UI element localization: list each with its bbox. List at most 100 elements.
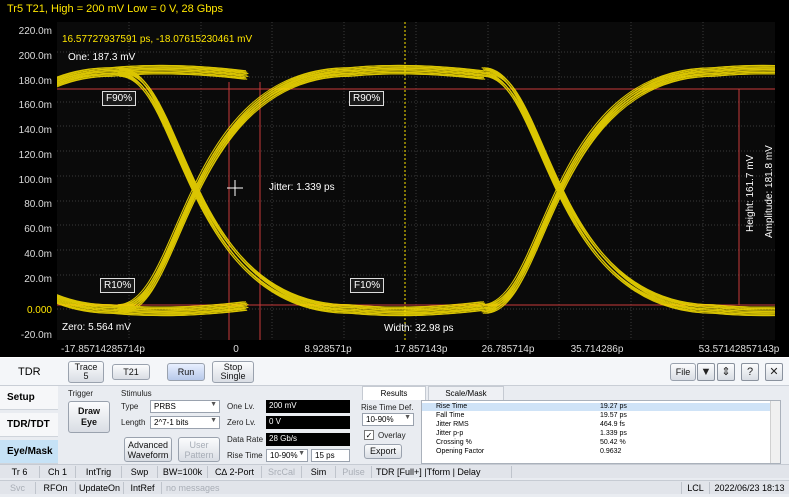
eye-trace-falling <box>57 296 113 309</box>
stop-single-button[interactable]: Stop Single <box>212 361 254 383</box>
results-row[interactable]: Fall Time 19.57 ps <box>422 412 770 420</box>
y-tick-label: 80.0m <box>24 199 52 210</box>
result-value: 19.27 ps <box>600 403 627 410</box>
eye-trace-rising <box>481 71 712 310</box>
status-rf-on: RFOn <box>36 482 76 494</box>
y-tick-label: 120.0m <box>18 150 52 161</box>
x-tick-label: 35.714286p <box>570 344 624 355</box>
width-readout: Width: 32.98 ps <box>384 323 454 334</box>
plot-area[interactable] <box>57 22 775 340</box>
length-select[interactable]: 2^7-1 bits ▼ <box>150 416 220 429</box>
f90-marker[interactable]: F90% <box>102 91 137 106</box>
amplitude-readout: Amplitude: 181.8 mV <box>764 145 775 238</box>
y-tick-label: 220.0m <box>18 26 52 37</box>
one-level-field[interactable]: 200 mV <box>266 400 350 413</box>
chevron-down-icon: ▼ <box>404 414 411 421</box>
f10-marker[interactable]: F10% <box>350 278 385 293</box>
tab-eye-mask[interactable]: Eye/Mask <box>0 440 58 464</box>
eye-trace-rising <box>57 70 115 83</box>
data-rate-field[interactable]: 28 Gb/s <box>266 433 350 446</box>
status-bar-channel: Tr 6 Ch 1 IntTrig Swp BW=100k C∆ 2-Port … <box>0 464 789 478</box>
result-name: Jitter RMS <box>436 421 469 428</box>
tab-setup[interactable]: Setup <box>0 386 58 410</box>
results-scrollbar[interactable] <box>770 401 780 463</box>
status-svc: Svc <box>0 482 36 494</box>
height-readout: Height: 161.7 mV <box>745 154 756 232</box>
results-row[interactable]: Rise Time 19.27 ps <box>422 403 770 411</box>
status-bandwidth[interactable]: BW=100k <box>158 466 208 478</box>
x-tick-label: -17.85714285714p <box>61 344 145 355</box>
overlay-checkbox[interactable]: ✓ <box>364 430 374 440</box>
results-rise-def-value: 10-90% <box>366 415 394 424</box>
results-row[interactable]: Jitter RMS 464.9 fs <box>422 421 770 429</box>
chevron-down-icon: ▼ <box>210 417 217 424</box>
rise-def-value: 10-90% <box>270 451 298 460</box>
swap-icon[interactable]: ⇕ <box>717 363 735 381</box>
y-tick-label: -20.0m <box>20 330 52 341</box>
status-pulse[interactable]: Pulse <box>336 466 372 478</box>
status-srccal[interactable]: SrcCal <box>262 466 302 478</box>
eye-trace-falling <box>57 295 115 309</box>
rise-time-label: Rise Time <box>227 451 263 460</box>
eye-trace-rising <box>57 71 110 83</box>
results-row[interactable]: Crossing % 50.42 % <box>422 439 770 447</box>
one-level-label: One Lv. <box>227 402 255 411</box>
status-calibration[interactable]: C∆ 2-Port <box>208 466 262 478</box>
status-int-ref: IntRef <box>124 482 162 494</box>
type-label: Type <box>121 402 139 411</box>
advanced-waveform-button[interactable]: Advanced Waveform <box>124 437 172 462</box>
file-button[interactable]: File <box>670 363 696 381</box>
status-sim[interactable]: Sim <box>302 466 336 478</box>
type-select[interactable]: PRBS ▼ <box>150 400 220 413</box>
length-value: 2^7-1 bits <box>154 418 189 427</box>
help-icon[interactable]: ? <box>741 363 759 381</box>
eye-trace-rising <box>57 74 113 86</box>
results-row[interactable]: Opening Factor 0.9632 <box>422 448 770 456</box>
rise-time-field[interactable]: 15 ps <box>311 449 350 462</box>
status-messages: no messages <box>162 482 682 494</box>
results-rise-def-select[interactable]: 10-90% ▼ <box>362 413 414 426</box>
close-icon[interactable]: ✕ <box>765 363 783 381</box>
type-value: PRBS <box>154 402 176 411</box>
x-tick-label: 0 <box>233 344 239 355</box>
trace-title: Tr5 T21, High = 200 mV Low = 0 V, 28 Gbp… <box>7 3 224 15</box>
eye-plot <box>57 22 775 340</box>
draw-eye-button[interactable]: Draw Eye <box>68 401 110 433</box>
rise-def-select[interactable]: 10-90% ▼ <box>266 449 308 462</box>
r90-marker[interactable]: R90% <box>349 91 385 106</box>
tab-tdr-tdt[interactable]: TDR/TDT <box>0 413 58 437</box>
tab-scale-mask[interactable]: Scale/Mask <box>428 386 504 400</box>
status-trigger[interactable]: IntTrig <box>76 466 122 478</box>
tab-results[interactable]: Results <box>362 386 426 400</box>
eye-trace-high-rail <box>715 73 775 77</box>
zero-level-field[interactable]: 0 V <box>266 416 350 429</box>
result-name: Jitter p-p <box>436 430 464 437</box>
export-button[interactable]: Export <box>364 444 402 459</box>
result-value: 464.9 fs <box>600 421 625 428</box>
eye-trace-falling <box>481 71 712 310</box>
parameter-button[interactable]: T21 <box>112 364 150 380</box>
status-tdr-mode[interactable]: TDR [Full+] |Tform | Delay <box>372 466 512 478</box>
overlay-label: Overlay <box>378 431 406 440</box>
r10-marker[interactable]: R10% <box>100 278 136 293</box>
user-pattern-button[interactable]: User Pattern <box>178 437 220 462</box>
eye-trace-falling <box>57 298 110 310</box>
y-tick-label: 100.0m <box>18 175 52 186</box>
run-button[interactable]: Run <box>167 363 205 381</box>
zero-level-readout: Zero: 5.564 mV <box>62 322 131 333</box>
status-channel[interactable]: Ch 1 <box>40 466 76 478</box>
dropdown-icon[interactable]: ▼ <box>697 363 715 381</box>
status-update-on: UpdateOn <box>76 482 124 494</box>
status-sweep[interactable]: Swp <box>122 466 158 478</box>
result-value: 1.339 ps <box>600 430 627 437</box>
result-name: Opening Factor <box>436 448 485 455</box>
results-row[interactable]: Jitter p-p 1.339 ps <box>422 430 770 438</box>
status-lcl: LCL <box>682 482 710 494</box>
results-table[interactable]: Rise Time 19.27 ps Fall Time 19.57 ps Jitt… <box>421 400 781 464</box>
eye-trace-rising <box>57 74 110 85</box>
trace-select-button[interactable]: Trace 5 <box>68 361 104 383</box>
one-level-readout: One: 187.3 mV <box>68 52 136 63</box>
x-tick-label: 8.928571p <box>304 344 352 355</box>
status-trace[interactable]: Tr 6 <box>0 466 40 478</box>
chevron-down-icon: ▼ <box>298 450 305 457</box>
